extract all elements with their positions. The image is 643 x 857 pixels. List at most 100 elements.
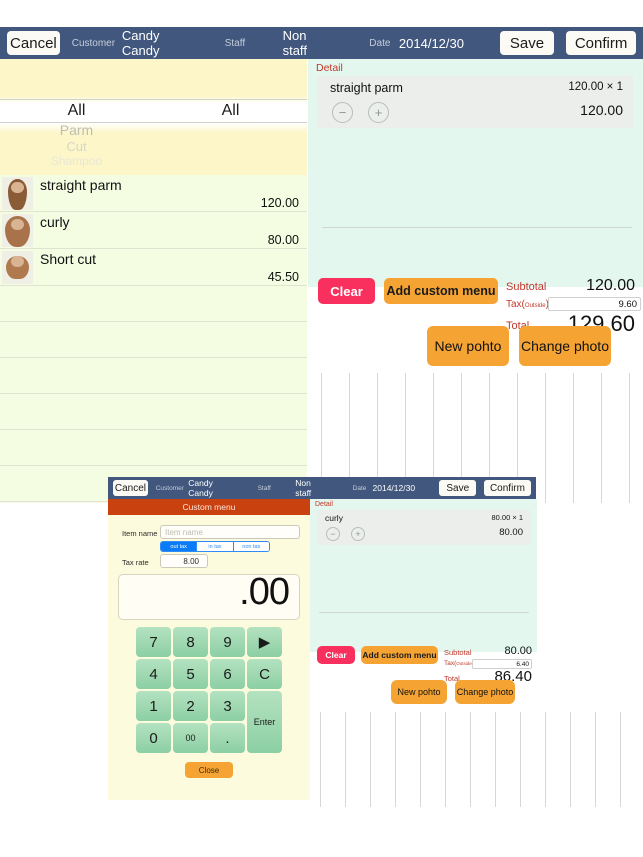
confirm-button[interactable]: Confirm xyxy=(566,31,637,55)
top-toolbar: Cancel Customer Candy Candy Staff Non st… xyxy=(0,27,643,59)
detail-item-unit: 120.00 × 1 xyxy=(568,81,623,93)
close-button[interactable]: Close xyxy=(185,762,233,778)
tax-rate-input[interactable]: 8.00 xyxy=(160,554,208,568)
custom-menu-dialog: Custom menu Item name Item name out tax … xyxy=(108,499,310,800)
key-00-button[interactable]: 00 xyxy=(173,723,208,753)
background-cancel-button[interactable]: Cancel xyxy=(113,480,148,496)
menu-item-price: 45.50 xyxy=(267,270,299,284)
key-9-button[interactable]: 9 xyxy=(210,627,245,657)
background-decrement-icon[interactable]: − xyxy=(326,527,340,541)
segment-in-tax[interactable]: in tax xyxy=(197,542,234,551)
grid-line xyxy=(595,712,596,807)
clear-button[interactable]: Clear xyxy=(318,278,375,304)
key-0-button[interactable]: 0 xyxy=(136,723,171,753)
menu-list-item[interactable]: curly 80.00 xyxy=(0,212,307,249)
grid-line xyxy=(601,373,602,503)
segment-non-tax[interactable]: non tax xyxy=(233,542,269,551)
change-photo-button[interactable]: Change photo xyxy=(519,326,611,366)
grid-line xyxy=(620,712,621,807)
picker-column-category[interactable]: All Parm Cut Shampoo xyxy=(0,59,153,175)
menu-list-item[interactable]: straight parm 120.00 xyxy=(0,175,307,212)
save-button[interactable]: Save xyxy=(499,31,555,55)
tax-input[interactable]: 9.60 xyxy=(548,297,641,311)
background-new-photo-button[interactable]: New pohto xyxy=(391,680,447,704)
date-label: Date xyxy=(369,37,391,49)
cancel-button[interactable]: Cancel xyxy=(7,31,60,55)
background-date-value[interactable]: 2014/12/30 xyxy=(373,483,416,493)
staff-value[interactable]: Non staff xyxy=(283,28,327,58)
background-customer-value[interactable]: Candy Candy xyxy=(188,478,233,498)
menu-selection-panel: All Parm Cut Shampoo All straight parm 1… xyxy=(0,59,307,503)
grid-line xyxy=(345,712,346,807)
grid-line xyxy=(395,712,396,807)
key-7-button[interactable]: 7 xyxy=(136,627,171,657)
item-name-label: Item name xyxy=(122,529,158,538)
calculator-display: .00 xyxy=(118,571,300,620)
increment-icon[interactable]: + xyxy=(368,102,389,123)
menu-list-item-empty[interactable] xyxy=(0,358,307,394)
detail-item-amount: 120.00 xyxy=(580,102,623,118)
picker-option-parm[interactable]: Parm xyxy=(0,122,153,139)
customer-label: Customer xyxy=(71,37,116,49)
key-clear-button[interactable]: C xyxy=(247,659,282,689)
grid-line xyxy=(629,373,630,503)
key-dot-button[interactable]: . xyxy=(210,723,245,753)
background-detail-title: Detail xyxy=(315,501,333,508)
date-value[interactable]: 2014/12/30 xyxy=(399,36,464,51)
menu-list-item-empty[interactable] xyxy=(0,430,307,466)
picker-option-shampoo[interactable]: Shampoo xyxy=(0,154,153,169)
detail-title: Detail xyxy=(316,62,343,74)
item-name-input[interactable]: Item name xyxy=(160,525,300,539)
key-enter-button[interactable]: Enter xyxy=(247,691,282,753)
grid-line xyxy=(570,712,571,807)
picker-option-cut[interactable]: Cut xyxy=(0,139,153,155)
menu-list-item-empty[interactable] xyxy=(0,286,307,322)
add-custom-menu-button[interactable]: Add custom menu xyxy=(384,278,498,304)
menu-item-list: straight parm 120.00 curly 80.00 Short c… xyxy=(0,175,307,502)
photo-grid-background xyxy=(310,712,643,807)
background-change-photo-button[interactable]: Change photo xyxy=(455,680,515,704)
background-detail-item-row[interactable]: curly 80.00 × 1 80.00 − + xyxy=(317,510,530,545)
key-6-button[interactable]: 6 xyxy=(210,659,245,689)
key-5-button[interactable]: 5 xyxy=(173,659,208,689)
category-picker[interactable]: All Parm Cut Shampoo All xyxy=(0,59,307,175)
picker-column-subcategory[interactable]: All xyxy=(154,59,307,175)
background-add-custom-menu-button[interactable]: Add custom menu xyxy=(361,646,438,664)
customer-value[interactable]: Candy Candy xyxy=(122,28,189,58)
background-staff-value[interactable]: Non staff xyxy=(295,478,325,498)
menu-list-item-empty[interactable] xyxy=(0,322,307,358)
key-4-button[interactable]: 4 xyxy=(136,659,171,689)
order-detail-panel: Detail straight parm 120.00 × 1 120.00 −… xyxy=(308,59,643,336)
background-save-button[interactable]: Save xyxy=(439,480,477,496)
background-confirm-button[interactable]: Confirm xyxy=(483,480,531,496)
key-3-button[interactable]: 3 xyxy=(210,691,245,721)
menu-list-item-empty[interactable] xyxy=(0,394,307,430)
key-8-button[interactable]: 8 xyxy=(173,627,208,657)
tax-label: Tax(Outside) xyxy=(506,299,549,310)
background-subtotal-value: 80.00 xyxy=(504,645,532,657)
detail-separator xyxy=(322,227,632,228)
background-clear-button[interactable]: Clear xyxy=(317,646,355,664)
new-photo-button[interactable]: New pohto xyxy=(427,326,509,366)
segment-out-tax[interactable]: out tax xyxy=(161,542,198,551)
key-1-button[interactable]: 1 xyxy=(136,691,171,721)
grid-line xyxy=(495,712,496,807)
menu-item-price: 80.00 xyxy=(267,233,299,247)
key-next-button[interactable]: ▶ xyxy=(247,627,282,657)
tax-mode-segmented-control[interactable]: out tax in tax non tax xyxy=(160,541,270,552)
background-subtotal-label: Subtotal xyxy=(444,648,472,657)
menu-list-item[interactable]: Short cut 45.50 xyxy=(0,249,307,286)
grid-line xyxy=(445,712,446,807)
background-tax-label: Tax(Outside) xyxy=(444,660,474,667)
background-customer-label: Customer xyxy=(155,484,184,492)
key-2-button[interactable]: 2 xyxy=(173,691,208,721)
detail-item-row[interactable]: straight parm 120.00 × 1 120.00 − + xyxy=(318,76,633,128)
picker-selected-subcategory: All xyxy=(221,102,240,119)
grid-line xyxy=(545,712,546,807)
grid-line xyxy=(370,712,371,807)
detail-item-name: straight parm xyxy=(330,81,403,95)
background-increment-icon[interactable]: + xyxy=(351,527,365,541)
background-tax-label-mode: Outside xyxy=(456,661,472,666)
decrement-icon[interactable]: − xyxy=(332,102,353,123)
menu-item-name: straight parm xyxy=(40,177,122,193)
